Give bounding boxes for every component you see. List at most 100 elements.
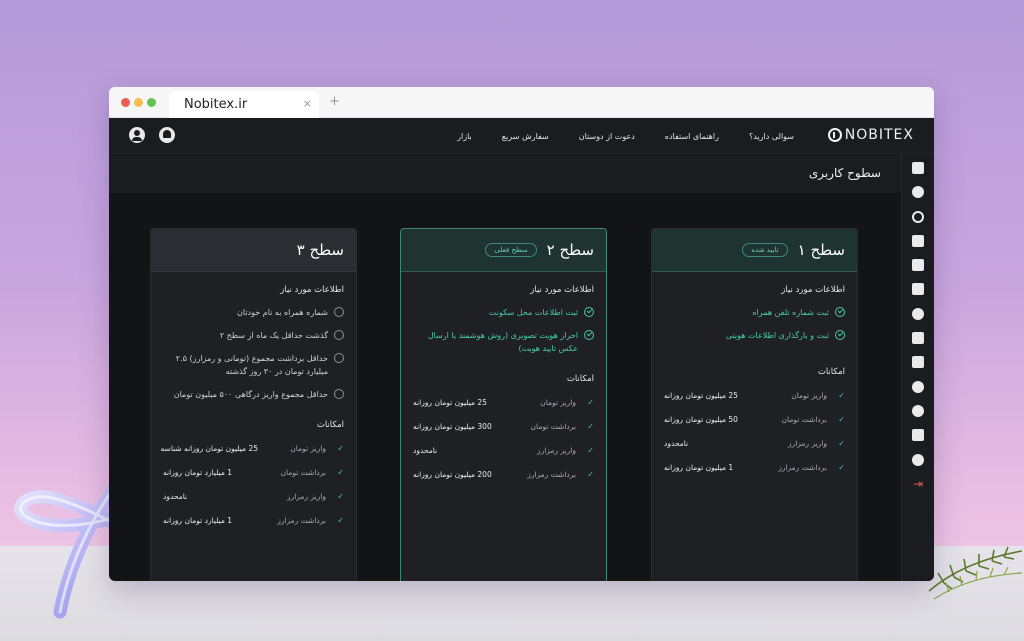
feature-label: واریز رمزارز (286, 491, 326, 501)
close-window-button[interactable] (121, 98, 130, 107)
tab-close-icon[interactable]: × (303, 97, 312, 110)
feature-value: نامحدود (413, 445, 438, 455)
feature-row: ✓ برداشت رمزارز 1 میلیون تومان روزانه (652, 455, 857, 479)
nav-guide[interactable]: راهنمای استفاده (665, 132, 719, 141)
feature-label: واریز رمزارز (536, 445, 576, 455)
feature-value: 1 میلیارد تومان روزانه (163, 515, 233, 525)
nobitex-logo[interactable]: NOBITEX (827, 127, 914, 143)
check-icon: ✓ (587, 397, 594, 407)
check-icon: ✓ (838, 390, 845, 400)
level-card-header: سطح ۲ سطح فعلی (401, 229, 606, 272)
tab-title: Nobitex.ir (184, 97, 248, 112)
check-icon: ✓ (587, 445, 594, 455)
wallet-icon[interactable] (912, 234, 924, 247)
feature-row: ✓ برداشت تومان 300 میلیون تومان روزانه (401, 414, 606, 438)
check-icon: ✓ (337, 515, 344, 525)
new-tab-icon[interactable]: + (329, 94, 340, 109)
requirement-item: احراز هویت تصویری (روش هوشمند یا ارسال ع… (401, 324, 606, 360)
logo-mark-icon (827, 128, 842, 142)
requirement-text: احراز هویت تصویری (روش هوشمند یا ارسال ع… (427, 331, 578, 353)
app-viewport: NOBITEX بازار سفارش سریع دعوت از دوستان … (109, 118, 934, 581)
calendar-icon[interactable] (912, 356, 924, 369)
nav-icons (129, 127, 175, 143)
requirement-item: حداقل برداشت مجموع (تومانی و رمزارز) ۲.۵… (151, 347, 356, 383)
feature-label: واریز رمزارز (787, 438, 827, 448)
requirement-text: گذشت حداقل یک ماه از سطح ۲ (219, 331, 328, 340)
minimize-window-button[interactable] (134, 98, 143, 107)
page-header: سطوح کاربری (109, 155, 901, 193)
feature-value: 25 میلیون تومان روزانه (664, 390, 738, 400)
plant-decoration (928, 546, 1023, 600)
sidebar: ⇥ (901, 154, 934, 581)
feature-label: واریز تومان (540, 397, 576, 407)
requirement-item: گذشت حداقل یک ماه از سطح ۲ (151, 324, 356, 347)
feature-row: ✓ برداشت تومان 50 میلیون تومان روزانه (652, 407, 857, 431)
check-icon: ✓ (838, 414, 845, 424)
feature-label: برداشت تومان (781, 414, 827, 424)
check-icon: ✓ (838, 462, 845, 472)
notifications-icon[interactable] (159, 127, 175, 143)
requirement-item: ثبت شماره تلفن همراه (652, 301, 857, 324)
feature-row: ✓ واریز تومان 25 میلیون تومان روزانه شنا… (151, 436, 356, 460)
logout-icon[interactable]: ⇥ (912, 478, 924, 490)
nav-links: بازار سفارش سریع دعوت از دوستان راهنمای … (457, 118, 794, 154)
empty-circle-icon (334, 330, 344, 340)
requirement-text: شماره همراه به نام خودتان (237, 308, 328, 317)
check-icon: ✓ (337, 467, 344, 477)
check-icon: ✓ (337, 491, 344, 501)
nav-faq[interactable]: سوالی دارید؟ (749, 132, 794, 141)
browser-tab[interactable]: Nobitex.ir × (169, 91, 319, 118)
feature-value: نامحدود (163, 491, 188, 501)
check-icon: ✓ (337, 443, 344, 453)
requirements-title: اطلاعات مورد نیاز (530, 285, 594, 295)
requirement-text: حداقل مجموع واریز درگاهی ۵۰۰ میلیون توما… (173, 390, 328, 399)
markets-icon[interactable] (912, 186, 924, 199)
feature-row: ✓ واریز رمزارز نامحدود (151, 484, 356, 508)
feature-value: 25 میلیون تومان روزانه شناسه (160, 443, 258, 453)
feature-value: 200 میلیون تومان روزانه (413, 469, 492, 479)
nav-invite-friends[interactable]: دعوت از دوستان (579, 132, 635, 141)
check-circle-icon (584, 330, 594, 340)
check-icon: ✓ (587, 421, 594, 431)
requirement-item: حداقل مجموع واریز درگاهی ۵۰۰ میلیون توما… (151, 383, 356, 406)
feature-label: برداشت رمزارز (527, 469, 576, 479)
check-circle-icon (584, 307, 594, 317)
currency-icon[interactable] (912, 307, 924, 320)
feature-label: برداشت تومان (280, 467, 326, 477)
mail-icon[interactable] (912, 429, 924, 442)
requirement-text: حداقل برداشت مجموع (تومانی و رمزارز) ۲.۵… (175, 354, 328, 376)
add-user-icon[interactable] (912, 453, 924, 466)
requirement-item: ثبت و بارگذاری اطلاعات هویتی (652, 324, 857, 347)
feature-value: 1 میلیون تومان روزانه (664, 462, 734, 472)
feature-value: 300 میلیون تومان روزانه (413, 421, 492, 431)
check-icon: ✓ (838, 438, 845, 448)
requirement-text: ثبت اطلاعات محل سکونت (488, 308, 578, 317)
orders-icon[interactable] (912, 283, 924, 296)
logo-text: NOBITEX (844, 127, 914, 143)
status-badge: تایید شده (742, 243, 788, 257)
security-icon[interactable] (912, 380, 924, 393)
maximize-window-button[interactable] (147, 98, 156, 107)
flash-icon[interactable] (912, 404, 924, 417)
level-card-header: سطح ۱ تایید شده (652, 229, 857, 272)
feature-row: ✓ برداشت رمزارز 1 میلیارد تومان روزانه (151, 508, 356, 532)
feature-value: نامحدود (664, 438, 689, 448)
profile-icon[interactable] (912, 332, 924, 345)
level-title: سطح ۱ (797, 241, 845, 259)
features-title: امکانات (817, 367, 845, 377)
check-circle-icon (835, 307, 845, 317)
level-title: سطح ۳ (296, 241, 344, 259)
dashboard-icon[interactable] (912, 162, 924, 174)
chart-icon[interactable] (912, 259, 924, 272)
level-card-header: سطح ۳ (151, 229, 356, 272)
user-account-icon[interactable] (129, 127, 145, 143)
feature-value: 1 میلیارد تومان روزانه (163, 467, 233, 477)
nav-market[interactable]: بازار (457, 132, 472, 141)
exchange-icon[interactable] (912, 210, 924, 223)
nav-quick-order[interactable]: سفارش سریع (502, 132, 549, 141)
empty-circle-icon (334, 307, 344, 317)
feature-value: 50 میلیون تومان روزانه (664, 414, 738, 424)
feature-label: برداشت رمزارز (778, 462, 827, 472)
empty-circle-icon (334, 353, 344, 363)
check-circle-icon (835, 330, 845, 340)
